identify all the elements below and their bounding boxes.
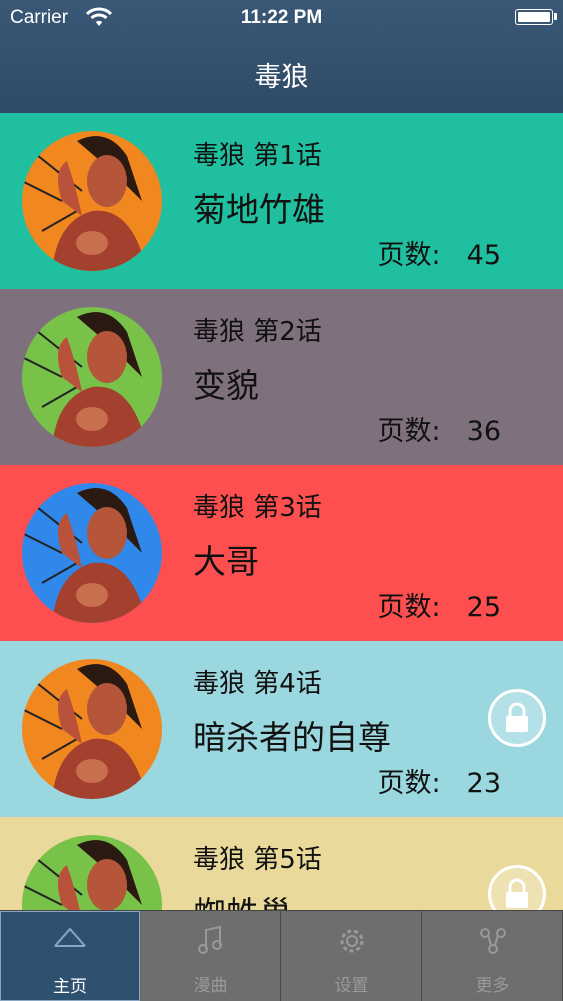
tab-label: 设置 [334, 976, 369, 996]
top-bar: Carrier 11:22 PM 毒狼 [0, 0, 563, 113]
home-icon [53, 926, 87, 952]
chapter-title: 毒狼 第5话 [193, 845, 322, 875]
page-count: 页数: 25 [378, 585, 501, 624]
chapter-subtitle: 变貌 [193, 366, 259, 405]
tab-home[interactable]: 主页 [0, 911, 140, 1001]
chapter-row[interactable]: 毒狼 第4话 暗杀者的自尊 页数: 23 [0, 641, 563, 817]
chapter-row[interactable]: 毒狼 第3话 大哥 页数: 25 [0, 465, 563, 641]
tab-bar: 主页 漫曲 设置 更多 [0, 910, 563, 1001]
chapter-subtitle: 暗杀者的自尊 [193, 718, 391, 757]
page-count-value: 23 [466, 768, 501, 799]
chapter-avatar [22, 483, 162, 623]
page-count: 页数: 36 [378, 409, 501, 448]
lock-icon[interactable] [488, 865, 546, 910]
chapter-title: 毒狼 第3话 [193, 493, 322, 523]
more-icon [477, 925, 509, 961]
page-count: 页数: 23 [378, 761, 501, 800]
lock-icon[interactable] [488, 689, 546, 747]
page-count-value: 36 [466, 416, 501, 447]
chapter-avatar [22, 307, 162, 447]
gear-icon [336, 925, 368, 961]
chapter-title: 毒狼 第1话 [193, 141, 322, 171]
chapter-avatar [22, 659, 162, 799]
page-count-value: 45 [466, 240, 501, 271]
tab-settings[interactable]: 设置 [282, 911, 422, 1001]
page-count-label: 页数: [377, 240, 441, 271]
chapter-subtitle: 大哥 [193, 542, 259, 581]
chapter-row[interactable]: 毒狼 第1话 菊地竹雄 页数: 45 [0, 113, 563, 289]
tab-music[interactable]: 漫曲 [141, 911, 281, 1001]
page-count-label: 页数: [377, 416, 441, 447]
page-count-value: 25 [466, 592, 501, 623]
status-bar: Carrier 11:22 PM [0, 0, 563, 38]
clock: 11:22 PM [240, 7, 323, 28]
tab-label: 漫曲 [193, 976, 228, 996]
chapter-list[interactable]: 毒狼 第1话 菊地竹雄 页数: 45 毒狼 第2话 变貌 页数: 36 毒狼 第… [0, 113, 563, 910]
page-count-label: 页数: [377, 592, 441, 623]
music-icon [196, 925, 226, 959]
chapter-subtitle: 菊地竹雄 [193, 190, 325, 229]
chapter-title: 毒狼 第2话 [193, 317, 322, 347]
battery-icon [515, 9, 557, 25]
page-count-label: 页数: [377, 768, 441, 799]
tab-label: 主页 [53, 977, 87, 997]
chapter-title: 毒狼 第4话 [193, 669, 322, 699]
chapter-subtitle: 蜘蛛巢 [193, 887, 292, 910]
chapter-avatar [22, 835, 162, 910]
chapter-avatar [22, 131, 162, 271]
chapter-row[interactable]: 毒狼 第5话 蜘蛛巢 页数: [0, 817, 563, 910]
tab-label: 更多 [475, 976, 510, 996]
tab-more[interactable]: 更多 [423, 911, 563, 1001]
page-count: 页数: 45 [378, 233, 501, 272]
chapter-row[interactable]: 毒狼 第2话 变貌 页数: 36 [0, 289, 563, 465]
page-title: 毒狼 [254, 62, 309, 93]
